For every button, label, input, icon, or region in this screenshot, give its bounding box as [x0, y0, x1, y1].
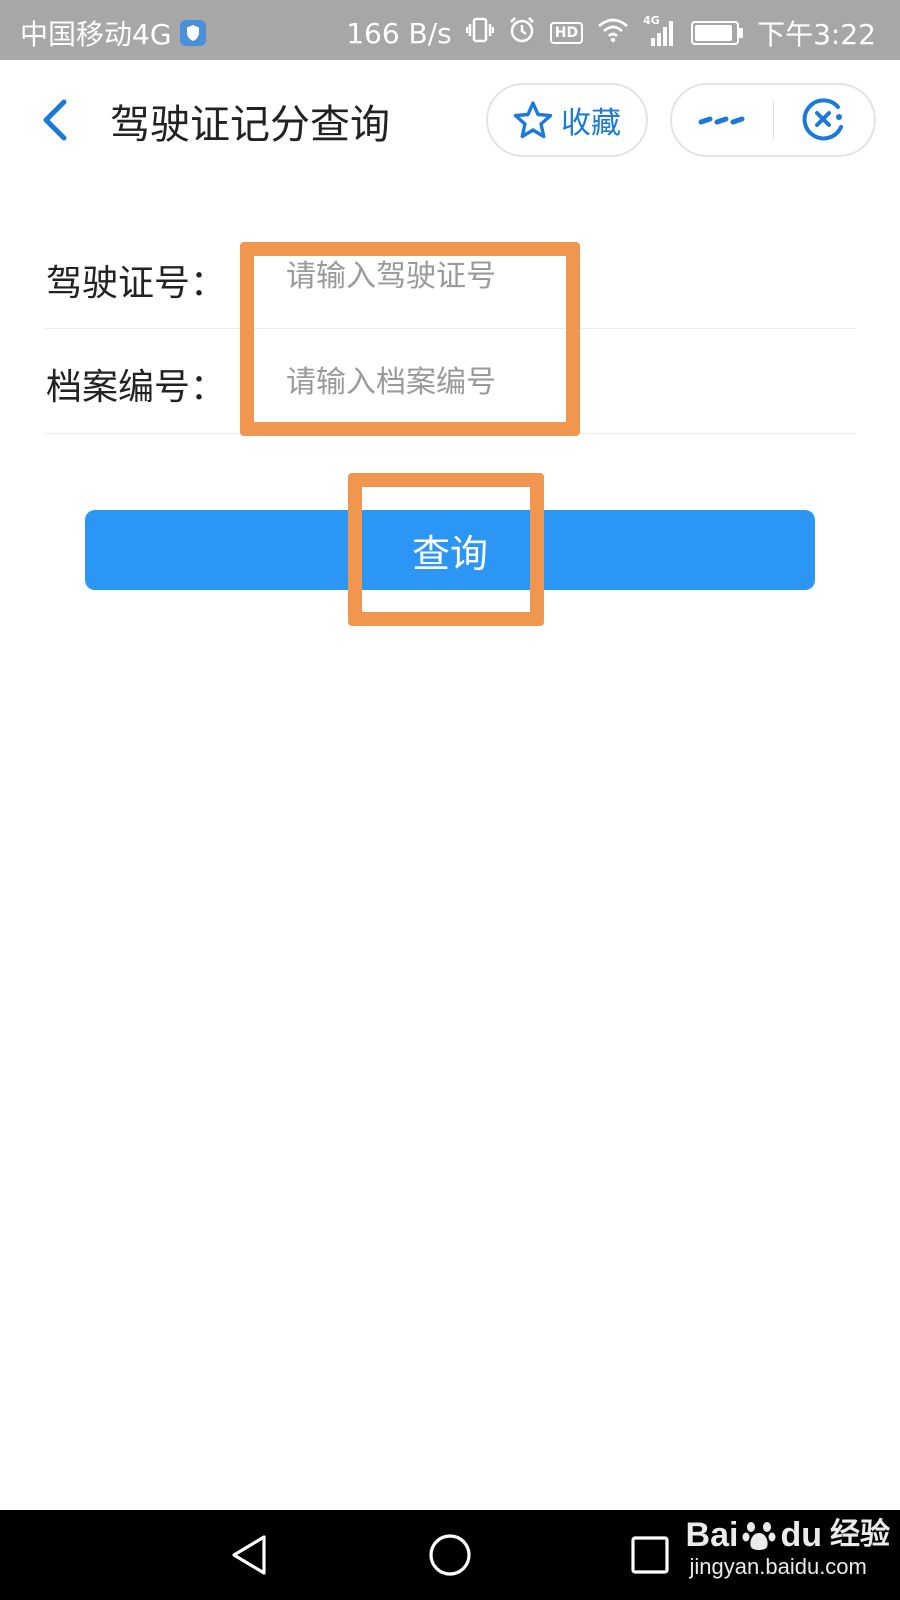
status-bar: 中国移动4G 166 B/s HD 4G 下午3:22 — [0, 0, 900, 60]
favorite-button[interactable]: 收藏 — [486, 83, 648, 157]
query-button[interactable]: 查询 — [85, 510, 815, 590]
alarm-icon — [508, 16, 536, 51]
query-button-label: 查询 — [411, 531, 488, 576]
hd-icon: HD — [549, 22, 584, 44]
system-nav-bar: Bai du 经验 jingyan.baidu.com — [0, 1510, 900, 1600]
license-number-row: 驾驶证号： — [44, 230, 856, 329]
recents-square-icon — [631, 1536, 669, 1574]
signal-icon: 4G — [643, 14, 677, 48]
mini-app-capsule — [670, 83, 876, 157]
close-button[interactable] — [773, 85, 874, 155]
watermark-brand-right: du — [780, 1516, 822, 1554]
star-icon — [513, 101, 553, 139]
nav-recents-button[interactable] — [620, 1525, 680, 1585]
paw-icon — [742, 1522, 776, 1550]
back-triangle-icon — [232, 1535, 266, 1575]
home-circle-icon — [429, 1534, 471, 1576]
clock: 下午3:22 — [757, 18, 876, 51]
battery-level — [695, 25, 733, 41]
watermark-brand-left: Bai — [685, 1516, 739, 1554]
nav-home-button[interactable] — [420, 1525, 480, 1585]
status-right: 166 B/s HD 4G 下午3:22 — [346, 13, 876, 53]
back-button[interactable] — [30, 90, 80, 150]
watermark-brand-cn: 经验 — [830, 1518, 890, 1551]
status-left: 中国移动4G — [20, 13, 206, 53]
shield-icon — [179, 20, 206, 46]
nav-back-button[interactable] — [220, 1525, 280, 1585]
page-title: 驾驶证记分查询 — [110, 102, 390, 148]
back-arrow-icon — [43, 99, 67, 141]
carrier-name: 中国移动4G — [20, 18, 172, 51]
net-speed: 166 B/s — [346, 16, 452, 50]
license-number-input[interactable] — [286, 246, 646, 306]
more-button[interactable] — [672, 85, 773, 155]
close-icon — [802, 98, 843, 141]
file-number-label: 档案编号： — [46, 367, 227, 408]
more-icon — [698, 116, 745, 125]
watermark-url: jingyan.baidu.com — [689, 1554, 867, 1579]
header-bar: 驾驶证记分查询 收藏 — [0, 60, 900, 180]
wifi-icon — [597, 17, 629, 50]
favorite-label: 收藏 — [561, 106, 621, 141]
app-screen: 中国移动4G 166 B/s HD 4G 下午3:22 驾驶证记分查询 收藏 驾… — [0, 0, 900, 1600]
file-number-input[interactable] — [286, 352, 646, 412]
vibrate-icon — [465, 15, 495, 52]
baidu-jingyan-watermark: Bai du 经验 jingyan.baidu.com — [686, 1516, 890, 1580]
watermark-logo: Bai du 经验 — [686, 1516, 890, 1554]
battery-icon — [691, 21, 744, 45]
license-number-label: 驾驶证号： — [46, 263, 227, 304]
file-number-row: 档案编号： — [44, 328, 856, 434]
